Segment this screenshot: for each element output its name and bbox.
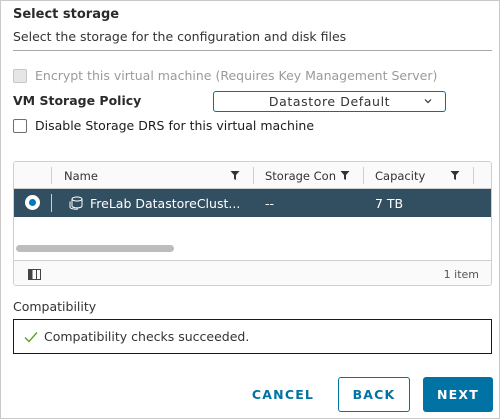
compatibility-status-box: Compatibility checks succeeded. (13, 319, 492, 354)
next-button[interactable]: NEXT (423, 377, 493, 412)
column-separator (51, 167, 52, 184)
page-subtitle: Select the storage for the configuration… (13, 29, 347, 44)
encrypt-vm-label: Encrypt this virtual machine (Requires K… (35, 68, 438, 83)
filter-icon[interactable] (340, 170, 350, 181)
horizontal-scrollbar[interactable] (14, 245, 491, 252)
datagrid-footer: 1 item (14, 260, 491, 285)
wizard-page: Select storage Select the storage for th… (0, 0, 500, 419)
filter-icon[interactable] (230, 170, 240, 181)
cell-storage-compatibility: -- (265, 195, 275, 211)
disable-drs-checkbox[interactable] (13, 118, 27, 133)
chevron-down-icon (424, 99, 432, 104)
back-button[interactable]: BACK (338, 377, 410, 412)
storage-datagrid: Name Storage Con Capacity FreLab Datasto… (13, 161, 492, 286)
page-title: Select storage (13, 7, 120, 22)
column-separator (363, 167, 364, 184)
column-header-name[interactable]: Name (54, 162, 253, 189)
item-count: 1 item (443, 268, 479, 281)
column-toggle-icon[interactable] (28, 269, 41, 280)
cell-name: FreLab DatastoreClust... (90, 195, 241, 211)
encrypt-vm-checkbox (13, 68, 27, 83)
compatibility-message: Compatibility checks succeeded. (44, 329, 250, 344)
encrypt-vm-option: Encrypt this virtual machine (Requires K… (13, 68, 437, 83)
divider (13, 50, 492, 51)
cancel-button[interactable]: CANCEL (243, 377, 323, 412)
row-select-radio[interactable] (25, 195, 40, 210)
disable-drs-option[interactable]: Disable Storage DRS for this virtual mac… (13, 118, 314, 133)
disable-drs-label: Disable Storage DRS for this virtual mac… (35, 118, 315, 133)
storage-policy-value: Datastore Default (268, 94, 391, 109)
checkmark-icon (24, 331, 38, 343)
storage-policy-select[interactable]: Datastore Default (213, 91, 446, 112)
compatibility-label: Compatibility (13, 299, 97, 314)
filter-icon[interactable] (450, 170, 460, 181)
storage-policy-label: VM Storage Policy (13, 93, 142, 108)
cell-capacity: 7 TB (375, 195, 404, 211)
datagrid-header: Name Storage Con Capacity (14, 162, 491, 189)
table-row[interactable]: FreLab DatastoreClust... -- 7 TB (14, 189, 491, 217)
scrollbar-thumb[interactable] (16, 245, 174, 252)
datastore-cluster-icon (69, 196, 83, 210)
column-separator (473, 167, 474, 184)
column-separator (253, 167, 254, 184)
